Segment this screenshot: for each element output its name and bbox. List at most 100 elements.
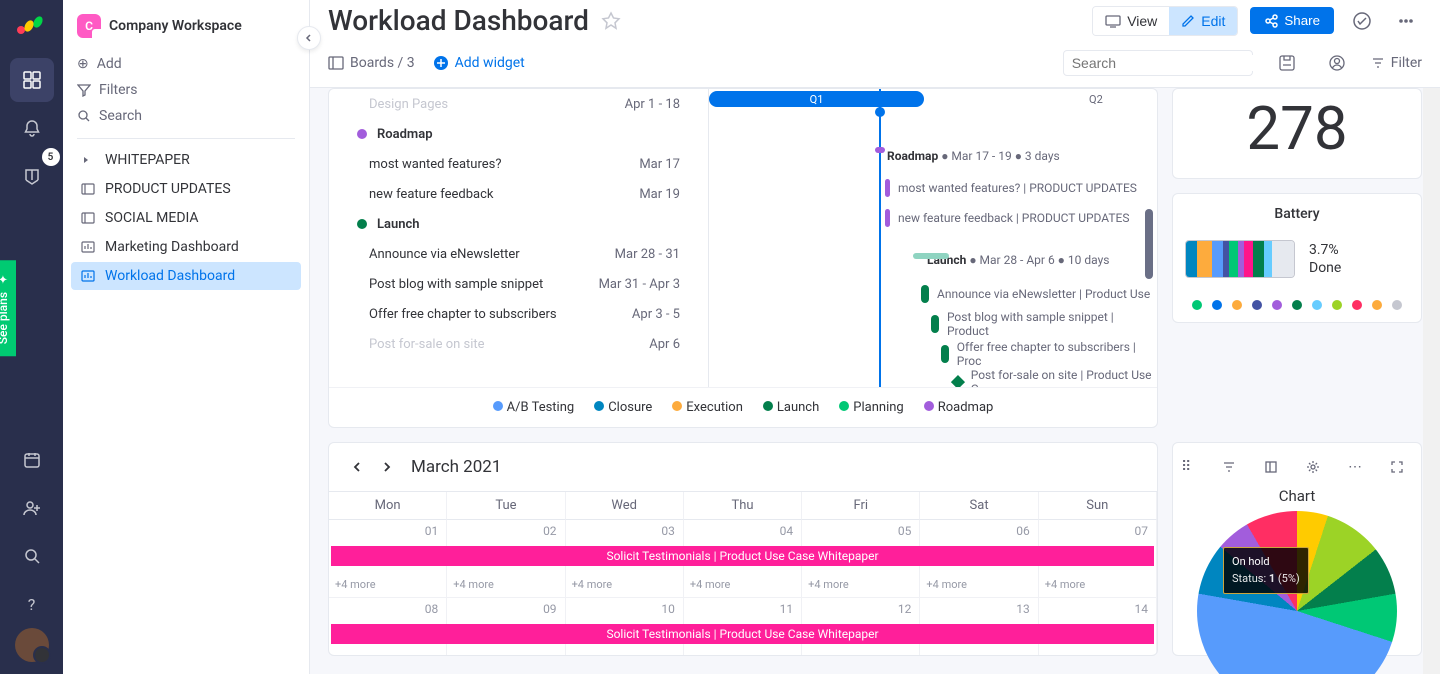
- gantt-scrollbar[interactable]: [1145, 209, 1153, 279]
- more-link[interactable]: +4 more: [808, 578, 849, 591]
- gantt-row[interactable]: new feature feedbackMar 19: [329, 179, 708, 209]
- canvas-scrollbar[interactable]: [1423, 88, 1440, 674]
- rail-invite-icon[interactable]: [10, 486, 54, 530]
- sidebar-search[interactable]: Search: [77, 104, 295, 128]
- sidebar-collapse-button[interactable]: [297, 26, 321, 50]
- activity-icon[interactable]: [1346, 5, 1378, 37]
- nav-icon: [81, 212, 97, 224]
- calendar-grid[interactable]: MonTueWedThuFriSatSun01+4 more02+4 more0…: [329, 491, 1157, 656]
- cal-dow: Fri: [802, 492, 920, 520]
- calendar-event[interactable]: Solicit Testimonials | Product Use Case …: [331, 624, 1154, 644]
- main: Workload Dashboard View Edit Share Board…: [310, 0, 1440, 674]
- gantt-bar[interactable]: Offer free chapter to subscribers | Proc: [941, 339, 1157, 369]
- rail-search-icon[interactable]: [10, 534, 54, 578]
- legend-item[interactable]: Planning: [839, 400, 903, 415]
- sidebar-item-whitepaper[interactable]: WHITEPAPER: [71, 146, 301, 174]
- edit-button[interactable]: Edit: [1169, 7, 1237, 35]
- nav-label: Workload Dashboard: [105, 268, 235, 284]
- drag-handle-icon[interactable]: ⠿: [1181, 459, 1191, 475]
- sidebar-item-workload-dashboard[interactable]: Workload Dashboard: [71, 262, 301, 290]
- see-plans-button[interactable]: See plans ✦: [0, 260, 16, 356]
- gantt-row[interactable]: most wanted features?Mar 17: [329, 149, 708, 179]
- calendar-event[interactable]: Solicit Testimonials | Product Use Case …: [331, 546, 1154, 566]
- legend-dot[interactable]: [1212, 300, 1222, 310]
- app-logo[interactable]: [15, 8, 49, 42]
- gantt-bar[interactable]: Launch ● Mar 28 - Apr 6 ● 10 days: [927, 245, 1109, 275]
- legend-dot[interactable]: [1252, 300, 1262, 310]
- add-widget-button[interactable]: Add widget: [433, 55, 525, 71]
- rail-inbox-icon[interactable]: 5: [10, 154, 54, 198]
- view-button[interactable]: View: [1093, 7, 1169, 35]
- legend-dot[interactable]: [1332, 300, 1342, 310]
- more-link[interactable]: +4 more: [453, 578, 494, 591]
- chart-filter-icon[interactable]: [1213, 451, 1245, 483]
- legend-item[interactable]: Closure: [594, 400, 652, 415]
- gantt-timeline[interactable]: Q1 Q2 Roadmap ● Mar 17 - 19 ● 3 daysmost…: [709, 89, 1157, 387]
- filter-button[interactable]: Filter: [1371, 55, 1422, 71]
- more-link[interactable]: +4 more: [690, 578, 731, 591]
- share-button[interactable]: Share: [1250, 7, 1334, 34]
- gantt-row[interactable]: Announce via eNewsletterMar 28 - 31: [329, 239, 708, 269]
- sidebar-filters[interactable]: Filters: [77, 78, 295, 102]
- more-link[interactable]: +4 more: [1045, 578, 1086, 591]
- gantt-task-list: Design PagesApr 1 - 18Roadmapmost wanted…: [329, 89, 709, 387]
- gantt-row[interactable]: Design PagesApr 1 - 18: [329, 89, 708, 119]
- cal-cell[interactable]: 04+4 moreSolicit Testimonials | Product …: [684, 520, 802, 598]
- legend-dot[interactable]: [1192, 300, 1202, 310]
- gantt-row[interactable]: Post blog with sample snippetMar 31 - Ap…: [329, 269, 708, 299]
- gantt-row[interactable]: Offer free chapter to subscribersApr 3 -…: [329, 299, 708, 329]
- battery-title: Battery: [1185, 206, 1409, 222]
- legend-dot[interactable]: [1352, 300, 1362, 310]
- gantt-bar[interactable]: Post for-sale on site | Product Use C: [953, 367, 1157, 387]
- legend-dot[interactable]: [1232, 300, 1242, 310]
- boards-count[interactable]: Boards / 3: [328, 55, 415, 71]
- gantt-row[interactable]: Roadmap: [329, 119, 708, 149]
- chart-more-icon[interactable]: ⋯: [1339, 451, 1371, 483]
- plus-icon: ⊕: [77, 56, 89, 72]
- legend-dot[interactable]: [1292, 300, 1302, 310]
- rail-notifications-icon[interactable]: [10, 106, 54, 150]
- chart-layout-icon[interactable]: [1255, 451, 1287, 483]
- gantt-row[interactable]: Post for-sale on siteApr 6: [329, 329, 708, 359]
- favorite-star-icon[interactable]: [601, 11, 621, 31]
- legend-dot[interactable]: [1392, 300, 1402, 310]
- gantt-bar[interactable]: Announce via eNewsletter | Product Use: [921, 279, 1150, 309]
- legend-dot[interactable]: [1312, 300, 1322, 310]
- gantt-bar[interactable]: most wanted features? | PRODUCT UPDATES: [885, 173, 1137, 203]
- chart-expand-icon[interactable]: [1381, 451, 1413, 483]
- gantt-row[interactable]: Launch: [329, 209, 708, 239]
- cal-prev-icon[interactable]: [351, 461, 363, 473]
- gantt-bar[interactable]: Roadmap ● Mar 17 - 19 ● 3 days: [887, 141, 1060, 171]
- dashboard-canvas: Design PagesApr 1 - 18Roadmapmost wanted…: [310, 88, 1440, 674]
- chart-settings-icon[interactable]: [1297, 451, 1329, 483]
- cal-cell[interactable]: 11+6 moreSolicit Testimonials | Product …: [684, 598, 802, 656]
- workspace-header[interactable]: C Company Workspace: [63, 0, 309, 44]
- rail-workspaces-icon[interactable]: [10, 58, 54, 102]
- sidebar-item-social-media[interactable]: SOCIAL MEDIA: [71, 204, 301, 232]
- legend-item[interactable]: Roadmap: [924, 400, 994, 415]
- rail-help-icon[interactable]: ?: [10, 582, 54, 626]
- dashboard-search-input[interactable]: [1072, 55, 1253, 71]
- person-icon[interactable]: [1321, 47, 1353, 79]
- gantt-bar[interactable]: Post blog with sample snippet | Product: [931, 309, 1157, 339]
- legend-dot[interactable]: [1272, 300, 1282, 310]
- legend-item[interactable]: Execution: [672, 400, 743, 415]
- battery-segment: [1272, 241, 1294, 277]
- q2-label: Q2: [1089, 93, 1103, 106]
- legend-dot[interactable]: [1372, 300, 1382, 310]
- user-avatar[interactable]: [15, 628, 49, 662]
- sidebar-item-product-updates[interactable]: PRODUCT UPDATES: [71, 175, 301, 203]
- rail-calendar-icon[interactable]: [10, 438, 54, 482]
- save-icon[interactable]: [1271, 47, 1303, 79]
- more-link[interactable]: +4 more: [926, 578, 967, 591]
- dashboard-search[interactable]: [1063, 50, 1253, 76]
- sidebar-add[interactable]: ⊕Add: [77, 52, 295, 76]
- more-link[interactable]: +4 more: [572, 578, 613, 591]
- cal-next-icon[interactable]: [381, 461, 393, 473]
- more-icon[interactable]: [1390, 5, 1422, 37]
- legend-item[interactable]: Launch: [763, 400, 819, 415]
- more-link[interactable]: +4 more: [335, 578, 376, 591]
- sidebar-item-marketing-dashboard[interactable]: Marketing Dashboard: [71, 233, 301, 261]
- gantt-bar[interactable]: new feature feedback | PRODUCT UPDATES: [885, 203, 1129, 233]
- legend-item[interactable]: A/B Testing: [493, 400, 575, 415]
